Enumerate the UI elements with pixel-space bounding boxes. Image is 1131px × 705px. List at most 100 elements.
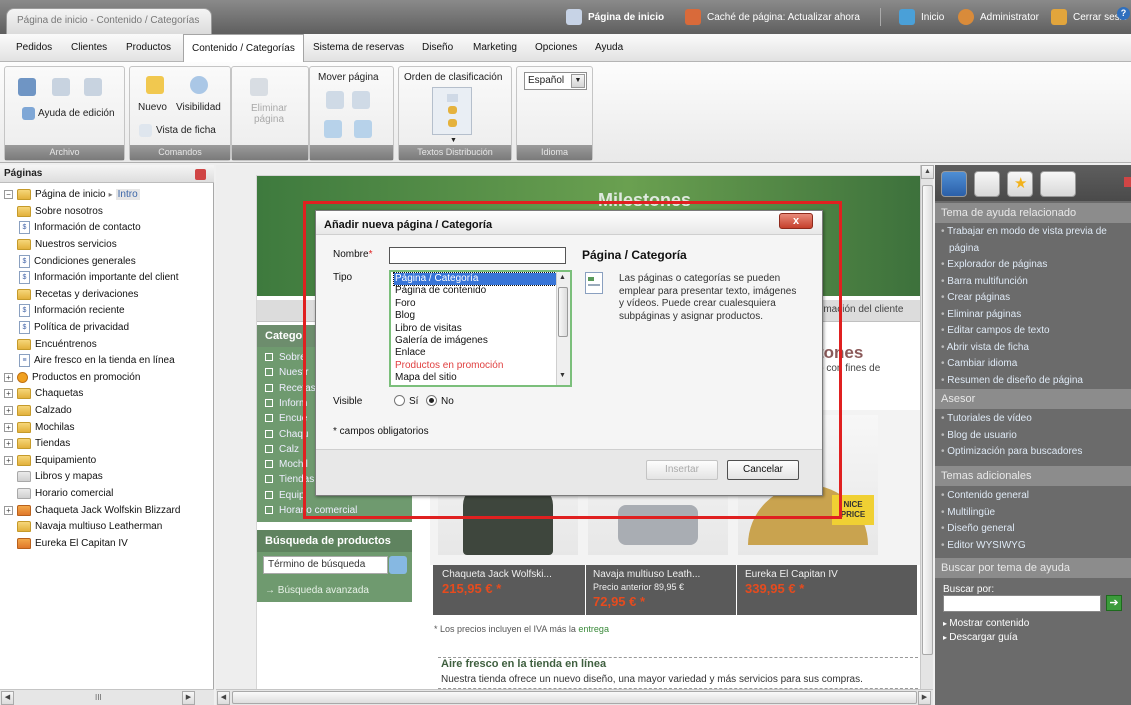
eye-icon[interactable] [190, 76, 208, 94]
tree-item[interactable]: Recetas y derivaciones [17, 286, 138, 303]
move-left-icon[interactable] [324, 120, 342, 138]
tree-item[interactable]: $ Información de contacto [17, 220, 141, 237]
tree-item[interactable]: $ Información importante del client [17, 269, 179, 286]
delivery-link[interactable]: entrega [578, 624, 609, 634]
tree-item[interactable]: $ Política de privacidad [17, 319, 129, 336]
tree-item[interactable]: Horario comercial [17, 485, 113, 502]
category-item[interactable]: Encué [265, 411, 307, 427]
type-option[interactable]: Blog [394, 310, 556, 322]
category-item[interactable]: Mochil [265, 457, 308, 473]
scroll-right-icon[interactable]: ▶ [918, 691, 931, 705]
help-link[interactable]: Editar campos de texto [941, 325, 1049, 336]
tree-item[interactable]: Navaja multiuso Leatherman [17, 518, 162, 535]
category-item[interactable]: Calz [265, 442, 299, 458]
category-item[interactable]: Inform [265, 396, 307, 412]
help-link[interactable]: Diseño general [941, 523, 1014, 534]
list-scroll-up-icon[interactable]: ▲ [559, 274, 566, 281]
product-name[interactable]: Chaqueta Jack Wolfski... [442, 569, 552, 580]
help-link[interactable]: Barra multifunción [941, 276, 1028, 287]
radio-no[interactable] [426, 395, 437, 406]
help-link[interactable]: Multilingüe [941, 507, 995, 518]
save-icon[interactable] [18, 78, 36, 96]
user-link[interactable]: Administrator [958, 8, 1039, 26]
menu-ayuda[interactable]: Ayuda [587, 34, 631, 62]
tree-root-intro[interactable]: Intro [115, 188, 140, 200]
new-button[interactable]: Nuevo [138, 102, 167, 113]
visible-no-option[interactable]: No [426, 395, 454, 407]
go-arrow-icon[interactable]: ➔ [1106, 595, 1122, 611]
favorites-star-icon[interactable]: ★ [1007, 171, 1033, 197]
tree-item[interactable]: + Tiendas [4, 435, 70, 452]
notes-tab-icon[interactable] [974, 171, 1000, 197]
edit-help-button[interactable]: Ayuda de edición [38, 108, 115, 119]
tree-item[interactable]: Libros y mapas [17, 469, 103, 486]
scroll-thumb[interactable] [232, 691, 917, 704]
help-link[interactable]: Explorador de páginas [941, 259, 1047, 270]
tree-item[interactable]: + Calzado [4, 402, 72, 419]
home-page-link[interactable]: Página de inicio [566, 8, 664, 26]
tree-item[interactable]: Eureka El Capitan IV [17, 535, 128, 552]
scroll-up-icon[interactable]: ▲ [921, 165, 934, 179]
tree-item[interactable]: + Chaquetas [4, 386, 83, 403]
visible-yes-option[interactable]: Sí [394, 395, 418, 407]
type-option[interactable]: Galería de imágenes [394, 335, 556, 347]
left-horizontal-scrollbar[interactable]: ◀ III ▶ [0, 689, 214, 705]
cancel-button[interactable]: Cancelar [727, 460, 799, 480]
download-guide-link[interactable]: Descargar guía [943, 632, 1017, 643]
fresh-air-title[interactable]: Aire fresco en la tienda en línea [441, 658, 606, 670]
tree-item[interactable]: ≡ Aire fresco en la tienda en línea [17, 352, 175, 369]
category-item[interactable]: Chaqu [265, 427, 308, 443]
move-down-icon[interactable] [352, 91, 370, 109]
type-option[interactable]: Enlace [394, 347, 556, 359]
help-link[interactable]: Resumen de diseño de página [941, 375, 1083, 386]
menu-diseno[interactable]: Diseño [414, 34, 461, 62]
move-right-icon[interactable] [354, 120, 372, 138]
name-input[interactable] [389, 247, 566, 264]
tree-item[interactable]: $ Información reciente [17, 303, 125, 320]
type-option[interactable]: Libro de visitas [394, 323, 556, 335]
collapse-icon[interactable]: − [4, 189, 13, 199]
menu-opciones[interactable]: Opciones [527, 34, 585, 62]
start-link[interactable]: Inicio [899, 8, 944, 26]
move-up-icon[interactable] [326, 91, 344, 109]
radio-yes[interactable] [394, 395, 405, 406]
category-item[interactable]: Sobre [265, 350, 306, 366]
preview-vertical-scrollbar[interactable]: ▲ [920, 165, 934, 689]
menu-sistema-reservas[interactable]: Sistema de reservas [305, 34, 412, 62]
document-tab[interactable]: Página de inicio - Contenido / Categoría… [6, 8, 212, 34]
help-tab-icon[interactable] [941, 171, 967, 197]
cache-refresh-link[interactable]: Caché de página: Actualizar ahora [685, 8, 860, 26]
type-listbox[interactable]: Página / Categoría Página de contenido For… [389, 270, 572, 387]
tree-item[interactable]: $ Condiciones generales [17, 253, 136, 270]
expand-icon[interactable]: + [4, 372, 13, 382]
type-option[interactable]: Página / Categoría [393, 272, 557, 287]
product-search-input[interactable]: Término de búsqueda [263, 556, 388, 574]
tree-item[interactable]: Encuéntrenos [17, 336, 97, 353]
logout-link[interactable]: Cerrar sesió [1051, 8, 1127, 26]
list-scroll-down-icon[interactable]: ▼ [559, 372, 566, 379]
expand-icon[interactable]: + [4, 422, 13, 432]
type-option[interactable]: Foro [394, 298, 556, 310]
help-link[interactable]: Trabajar en modo de vista previa de [941, 226, 1107, 237]
advanced-search-link[interactable]: → Búsqueda avanzada [265, 585, 369, 596]
scroll-thumb[interactable] [922, 185, 933, 655]
help-link[interactable]: Editor WYSIWYG [941, 540, 1025, 551]
help-link[interactable]: Abrir vista de ficha [941, 342, 1029, 353]
search-icon[interactable] [389, 556, 407, 574]
preview-horizontal-scrollbar[interactable]: ◀ ▶ [216, 689, 933, 705]
close-assistant-icon[interactable] [1124, 177, 1131, 187]
undo-icon[interactable] [52, 78, 70, 96]
help-search-input[interactable] [943, 595, 1101, 612]
help-link[interactable]: Eliminar páginas [941, 309, 1021, 320]
expand-icon[interactable]: + [4, 505, 13, 515]
help-icon[interactable]: ? [1117, 7, 1130, 20]
scroll-left-icon[interactable]: ◀ [1, 691, 14, 705]
type-option[interactable]: Mapa del sitio [394, 372, 556, 384]
card-view-button[interactable]: Vista de ficha [156, 125, 216, 136]
product-name[interactable]: Eureka El Capitan IV [745, 569, 838, 580]
type-option[interactable]: Productos en promoción [394, 360, 556, 372]
dialog-close-icon[interactable]: x [779, 213, 813, 229]
redo-icon[interactable] [84, 78, 102, 96]
insert-button[interactable]: Insertar [646, 460, 718, 480]
scroll-right-icon[interactable]: ▶ [182, 691, 195, 705]
